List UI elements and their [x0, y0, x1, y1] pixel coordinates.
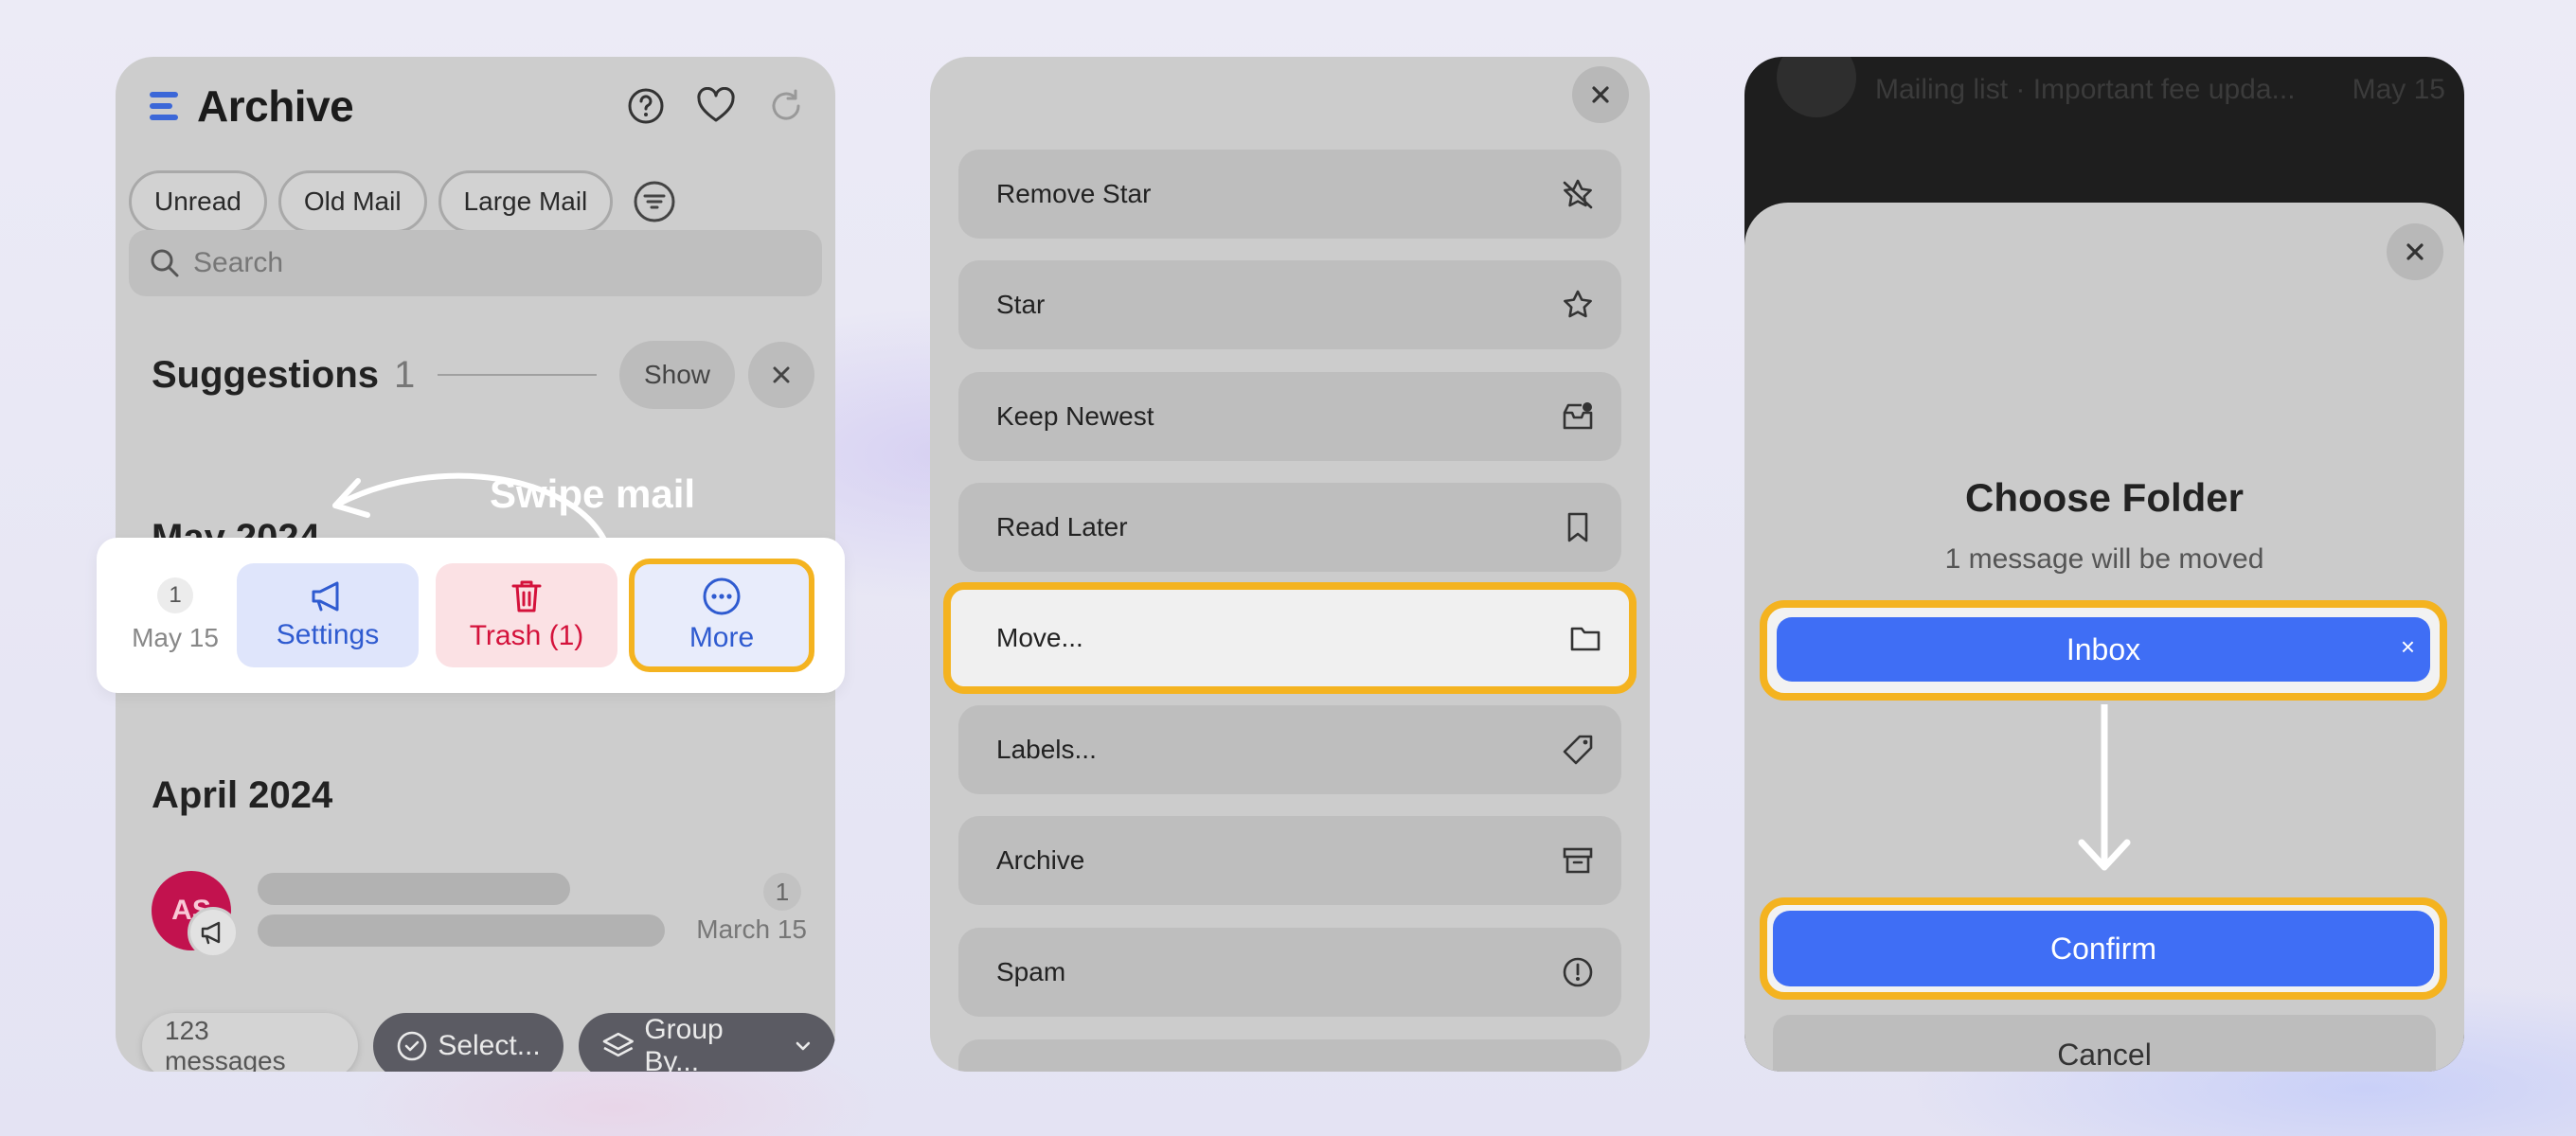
page-title: Archive	[197, 81, 354, 131]
search-placeholder: Search	[193, 247, 284, 278]
close-icon	[773, 366, 790, 383]
menu-item-label: Archive	[996, 845, 1085, 875]
close-icon	[2406, 243, 2424, 260]
menu-item-partial[interactable]	[958, 1039, 1621, 1072]
megaphone-icon	[312, 581, 339, 612]
bottom-toolbar: 123 messages Select... Group By...	[142, 1013, 835, 1072]
bookmark-icon	[1559, 508, 1597, 546]
arrow-down-icon	[2078, 704, 2131, 871]
search-icon	[151, 249, 179, 277]
background-row-text: Mailing list · Important fee upda...	[1875, 74, 2296, 105]
menu-item-remove-star[interactable]: Remove Star	[958, 150, 1621, 239]
trash-icon	[511, 580, 542, 612]
suggestions-row: Suggestions 1 Show	[152, 339, 814, 411]
avatar	[1777, 57, 1856, 117]
tag-icon	[1559, 731, 1597, 769]
filter-old-mail[interactable]: Old Mail	[277, 170, 427, 233]
actions-menu-panel: Remove Star Star Keep Newest Read Later …	[930, 57, 1650, 1072]
more-icon	[703, 577, 741, 615]
show-suggestions-button[interactable]: Show	[618, 341, 735, 409]
group-by-label: Group By...	[644, 1014, 724, 1072]
heart-icon[interactable]	[695, 85, 737, 127]
message-date: May 15	[132, 623, 219, 652]
chevron-down-icon	[796, 1041, 811, 1051]
header: Archive	[150, 72, 807, 140]
filter-icon[interactable]	[632, 179, 677, 224]
menu-item-move[interactable]: Move...	[943, 582, 1637, 694]
choose-folder-sheet: Choose Folder 1 message will be moved In…	[1744, 203, 2464, 1072]
menu-item-label: Keep Newest	[996, 401, 1154, 431]
menu-item-archive[interactable]: Archive	[958, 816, 1621, 905]
settings-label: Settings	[276, 619, 380, 650]
close-sheet-button[interactable]	[2387, 223, 2443, 280]
filter-large-mail[interactable]: Large Mail	[438, 170, 614, 233]
select-button[interactable]: Select...	[373, 1013, 564, 1072]
group-by-button[interactable]: Group By...	[578, 1013, 835, 1072]
filter-chips: Unread Old Mail Large Mail	[129, 170, 677, 233]
confirm-highlight: Confirm	[1760, 897, 2447, 1000]
more-action-button[interactable]: More	[629, 559, 814, 672]
star-off-icon	[1559, 175, 1597, 213]
settings-action-button[interactable]: Settings	[237, 563, 419, 667]
menu-item-label: Labels...	[996, 735, 1097, 764]
section-heading-april: April 2024	[152, 774, 333, 816]
layers-icon	[602, 1032, 634, 1057]
trash-action-button[interactable]: Trash (1)	[436, 563, 617, 667]
megaphone-icon	[188, 907, 239, 958]
suggestions-count: 1	[394, 353, 416, 396]
search-input[interactable]: Search	[129, 230, 822, 296]
selected-folder-label: Inbox	[2066, 631, 2141, 666]
menu-item-star[interactable]: Star	[958, 260, 1621, 349]
suggestions-title: Suggestions	[152, 353, 380, 396]
menu-item-spam[interactable]: Spam	[958, 928, 1621, 1017]
menu-icon[interactable]	[150, 90, 182, 122]
swipe-arrow-icon	[332, 472, 607, 540]
preview-placeholder	[258, 914, 665, 947]
divider	[438, 374, 597, 376]
archive-icon	[1559, 842, 1597, 879]
message-count: 1	[157, 577, 193, 613]
message-count: 1	[763, 873, 801, 911]
help-icon[interactable]	[625, 85, 667, 127]
message-count-pill: 123 messages	[142, 1013, 359, 1072]
menu-item-label: Move...	[996, 623, 1083, 652]
close-menu-button[interactable]	[1572, 66, 1629, 123]
dismiss-suggestions-button[interactable]	[748, 342, 814, 408]
folder-icon	[1566, 619, 1604, 657]
message-date: March 15	[696, 914, 807, 944]
swiped-mail-row[interactable]: 1 May 15 Settings Trash (1) More	[97, 538, 845, 693]
star-icon	[1559, 286, 1597, 324]
subject-placeholder	[258, 873, 570, 905]
select-label: Select...	[438, 1030, 541, 1061]
close-icon	[1592, 86, 1609, 103]
check-circle-icon	[398, 1031, 427, 1061]
filter-unread[interactable]: Unread	[129, 170, 267, 233]
menu-item-label: Spam	[996, 957, 1066, 986]
background-mail-row: Mailing list · Important fee upda... May…	[1744, 57, 2464, 180]
trash-label: Trash (1)	[469, 620, 584, 651]
sheet-title: Choose Folder	[1964, 475, 2245, 520]
more-label: More	[689, 622, 755, 653]
menu-item-keep-newest[interactable]: Keep Newest	[958, 372, 1621, 461]
menu-item-label: Star	[996, 290, 1046, 319]
list-item[interactable]: AS 1 March 15	[152, 871, 807, 966]
selected-folder-chip[interactable]: Inbox ×	[1777, 617, 2430, 682]
alert-circle-icon	[1559, 953, 1597, 991]
menu-item-labels[interactable]: Labels...	[958, 705, 1621, 794]
remove-folder-icon[interactable]: ×	[2401, 632, 2415, 662]
folder-selector: Inbox ×	[1760, 600, 2447, 701]
background-row-date: May 15	[2352, 74, 2445, 105]
inbox-keep-icon	[1559, 398, 1597, 435]
menu-item-label: Remove Star	[996, 179, 1152, 208]
sheet-subtitle: 1 message will be moved	[1944, 543, 2264, 575]
confirm-button[interactable]: Confirm	[1773, 911, 2434, 986]
refresh-icon[interactable]	[765, 85, 807, 127]
menu-item-read-later[interactable]: Read Later	[958, 483, 1621, 572]
choose-folder-panel: Mailing list · Important fee upda... May…	[1744, 57, 2464, 1072]
menu-item-label: Read Later	[996, 512, 1128, 541]
cancel-button[interactable]: Cancel	[1773, 1015, 2436, 1072]
